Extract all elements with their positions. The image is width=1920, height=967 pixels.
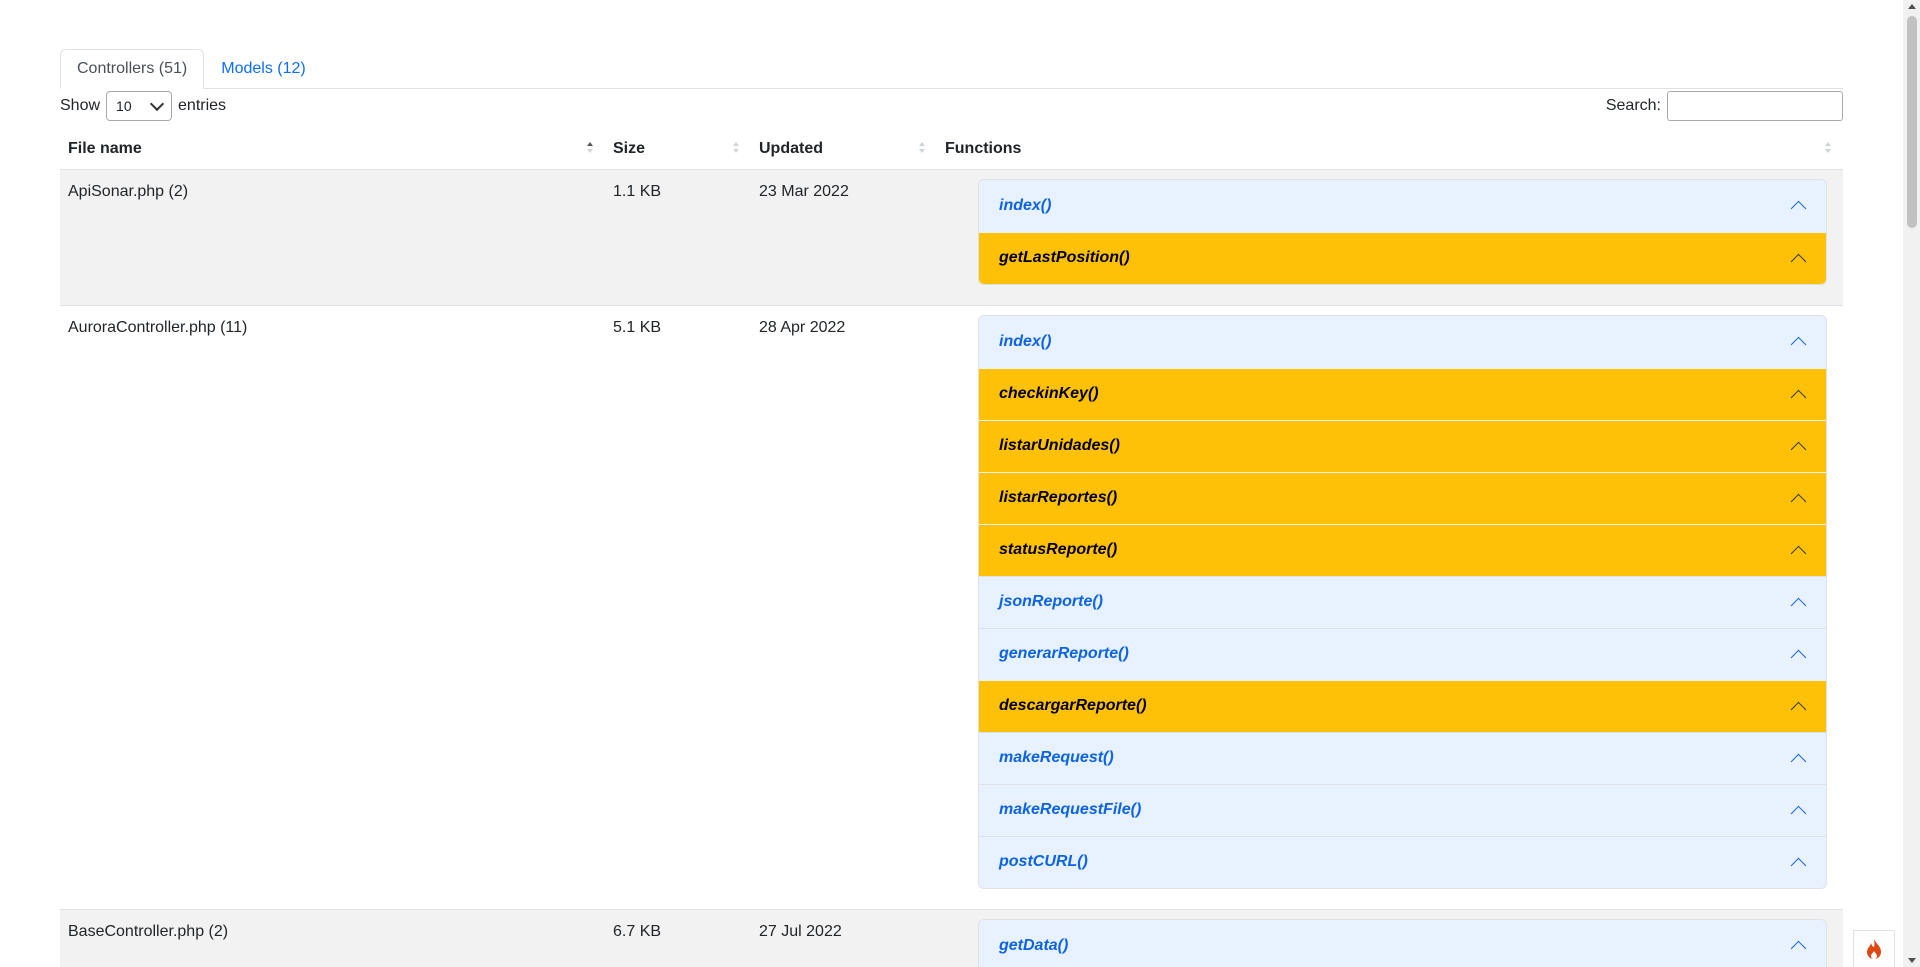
updated-cell: 28 Apr 2022 [759, 318, 846, 336]
entries-label: entries [178, 97, 227, 114]
chevron-up-icon [1790, 940, 1807, 957]
chevron-up-icon [1790, 753, 1807, 769]
search-label: Search: [1605, 97, 1661, 114]
chevron-up-icon [1790, 336, 1807, 353]
accordion-item[interactable]: postCURL() [979, 835, 1826, 888]
tab-bar: Controllers (51) Models (12) [60, 48, 1843, 89]
function-name: checkinKey() [999, 385, 1099, 402]
function-name: index() [999, 332, 1052, 350]
accordion-item[interactable]: getLastPosition() [979, 231, 1826, 284]
function-name: statusReporte() [999, 541, 1118, 558]
entries-length-control: Show 10 entries [60, 91, 226, 121]
table-header-row: File name Size Updated Functions [60, 129, 1843, 170]
functions-accordion: index() getLastPosition() [978, 178, 1827, 285]
main-content: Controllers (51) Models (12) Show 10 ent… [60, 48, 1843, 967]
table-controls: Show 10 entries Search: [60, 89, 1843, 123]
functions-accordion: getData() [978, 918, 1827, 967]
accordion-item[interactable]: jsonReporte() [979, 575, 1826, 628]
accordion-item[interactable]: index() [979, 315, 1826, 368]
chevron-up-icon [1790, 389, 1807, 405]
header-updated[interactable]: Updated [751, 129, 937, 170]
search-input[interactable] [1667, 91, 1843, 121]
header-functions[interactable]: Functions [937, 129, 1843, 170]
sort-icon [919, 142, 925, 153]
function-name: getLastPosition() [999, 249, 1130, 266]
chevron-up-icon [1790, 253, 1807, 269]
updated-cell: 23 Mar 2022 [759, 182, 849, 200]
chevron-up-icon [1790, 597, 1807, 613]
function-name: postCURL() [999, 853, 1088, 870]
chevron-up-icon [1790, 545, 1807, 561]
chevron-up-icon [1790, 701, 1807, 717]
table-row: BaseController.php (2) 6.7 KB 27 Jul 2022 g… [60, 909, 1843, 967]
accordion-item[interactable]: generarReporte() [979, 627, 1826, 680]
scroll-up-arrow-icon[interactable] [1908, 4, 1916, 9]
size-cell: 5.1 KB [613, 318, 662, 336]
function-name: descargarReporte() [999, 697, 1147, 714]
table-body: ApiSonar.php (2) 1.1 KB 23 Mar 2022 index()… [60, 169, 1843, 967]
accordion-item[interactable]: listarUnidades() [979, 419, 1826, 472]
debug-toolbar-button[interactable] [1853, 930, 1895, 967]
flame-icon [1867, 939, 1881, 959]
page: Controllers (51) Models (12) Show 10 ent… [0, 0, 1920, 967]
function-name: getData() [999, 936, 1069, 954]
sort-icon [1825, 142, 1831, 153]
header-size[interactable]: Size [605, 129, 751, 170]
scrollbar[interactable] [1903, 0, 1920, 967]
chevron-up-icon [1790, 805, 1807, 821]
tab-models[interactable]: Models (12) [204, 49, 322, 89]
functions-accordion: index() checkinKey() listarUnidades() lista… [978, 314, 1827, 889]
chevron-up-icon [1790, 441, 1807, 457]
accordion-item[interactable]: checkinKey() [979, 367, 1826, 420]
accordion-item[interactable]: descargarReporte() [979, 679, 1826, 732]
function-name: listarUnidades() [999, 437, 1120, 454]
accordion-item[interactable]: getData() [979, 919, 1826, 967]
accordion-item[interactable]: statusReporte() [979, 523, 1826, 576]
table-row: AuroraController.php (11) 5.1 KB 28 Apr 20… [60, 305, 1843, 910]
size-cell: 1.1 KB [613, 182, 662, 200]
chevron-up-icon [1790, 493, 1807, 509]
entries-select[interactable]: 10 [106, 91, 173, 121]
entries-select-value: 10 [116, 98, 132, 114]
show-label: Show [60, 97, 101, 114]
function-name: generarReporte() [999, 645, 1129, 662]
file-name-cell: BaseController.php (2) [68, 922, 229, 940]
sort-icon [733, 142, 739, 153]
accordion-item[interactable]: index() [979, 179, 1826, 232]
scroll-down-arrow-icon[interactable] [1908, 958, 1916, 963]
search-control: Search: [1606, 91, 1843, 121]
updated-cell: 27 Jul 2022 [759, 922, 842, 940]
header-file-name[interactable]: File name [60, 129, 605, 170]
chevron-down-icon [149, 96, 165, 111]
accordion-item[interactable]: makeRequest() [979, 731, 1826, 784]
function-name: index() [999, 196, 1052, 214]
function-name: jsonReporte() [999, 593, 1103, 610]
function-name: makeRequestFile() [999, 801, 1142, 818]
accordion-item[interactable]: listarReportes() [979, 471, 1826, 524]
chevron-up-icon [1790, 200, 1807, 217]
chevron-up-icon [1790, 857, 1807, 873]
function-name: makeRequest() [999, 749, 1114, 766]
chevron-up-icon [1790, 649, 1807, 665]
file-name-cell: ApiSonar.php (2) [68, 182, 189, 200]
accordion-item[interactable]: makeRequestFile() [979, 783, 1826, 836]
function-name: listarReportes() [999, 489, 1118, 506]
scrollbar-thumb[interactable] [1907, 16, 1917, 228]
file-name-cell: AuroraController.php (11) [68, 318, 248, 336]
files-table: File name Size Updated Functions ApiSona… [60, 129, 1843, 967]
tab-controllers[interactable]: Controllers (51) [60, 49, 205, 89]
table-row: ApiSonar.php (2) 1.1 KB 23 Mar 2022 index()… [60, 169, 1843, 306]
size-cell: 6.7 KB [613, 922, 662, 940]
sort-asc-icon [587, 142, 593, 153]
